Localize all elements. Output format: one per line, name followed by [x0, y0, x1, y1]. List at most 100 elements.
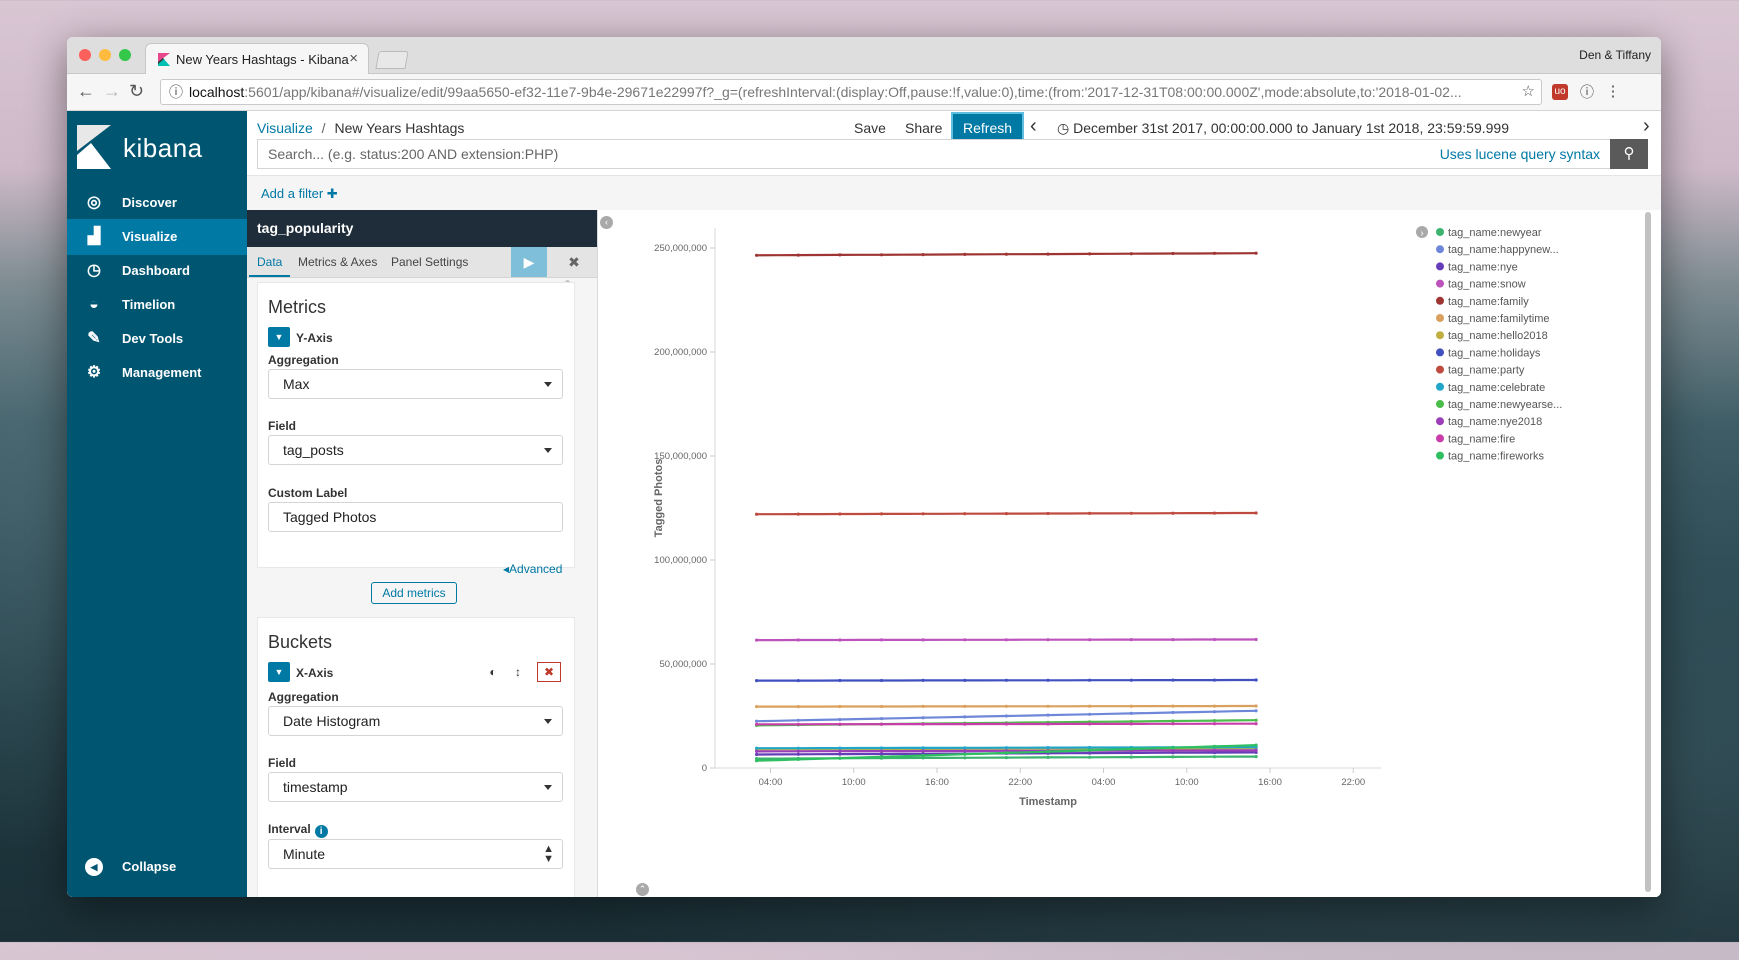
data-point: [1254, 722, 1258, 726]
maximize-window-button[interactable]: [119, 49, 131, 61]
data-point: [1046, 252, 1050, 256]
legend-item[interactable]: tag_name:fire: [1448, 433, 1515, 445]
bucket-field-select[interactable]: timestamp: [268, 772, 563, 802]
lucene-syntax-link[interactable]: Uses lucene query syntax: [1440, 146, 1600, 162]
tab-data[interactable]: Data: [248, 255, 291, 277]
toggle-agg-icon[interactable]: ◐: [483, 662, 503, 682]
legend-item[interactable]: tag_name:newyearse...: [1448, 399, 1562, 411]
time-next-icon[interactable]: ›: [1643, 115, 1650, 138]
legend-item[interactable]: tag_name:nye: [1448, 261, 1518, 273]
reorder-icon[interactable]: ↕: [508, 662, 528, 682]
minimize-window-button[interactable]: [99, 49, 111, 61]
breadcrumb-visualize-link[interactable]: Visualize: [257, 120, 313, 136]
collapse-editor-icon[interactable]: ‹: [600, 216, 613, 229]
save-button[interactable]: Save: [844, 114, 896, 142]
data-point: [1004, 704, 1008, 708]
metric-field-select[interactable]: tag_posts: [268, 435, 563, 465]
close-window-button[interactable]: [79, 49, 91, 61]
profile-name[interactable]: Den & Tiffany: [1579, 48, 1651, 62]
legend-item[interactable]: tag_name:party: [1448, 365, 1525, 377]
legend-item[interactable]: tag_name:fireworks: [1448, 451, 1544, 463]
data-point: [1212, 755, 1217, 759]
data-point: [1088, 252, 1092, 256]
data-point: [796, 638, 800, 642]
address-bar[interactable]: ⓘ localhost:5601/app/kibana#/visualize/ed…: [160, 79, 1542, 105]
sidebar-item-dashboard[interactable]: ◷ Dashboard: [67, 253, 247, 289]
tab-metrics-axes[interactable]: Metrics & Axes: [298, 255, 377, 269]
metric-aggregation-select[interactable]: Max: [268, 369, 563, 399]
tab-panel-settings[interactable]: Panel Settings: [391, 255, 468, 269]
legend-item[interactable]: tag_name:hello2018: [1448, 330, 1548, 342]
legend-item[interactable]: tag_name:holidays: [1448, 347, 1541, 359]
legend-item[interactable]: tag_name:family: [1448, 296, 1529, 308]
search-button[interactable]: ⚲: [1610, 139, 1648, 169]
data-point: [1046, 713, 1050, 717]
data-point: [1254, 748, 1258, 752]
data-point: [1129, 638, 1133, 642]
y-axis-toggle-button[interactable]: ▼: [268, 327, 290, 347]
extension-info-icon[interactable]: ⓘ: [1579, 84, 1595, 100]
advanced-toggle-link[interactable]: ◂Advanced: [503, 562, 587, 576]
x-axis-title: Timestamp: [1019, 796, 1077, 808]
add-filter-link[interactable]: Add a filter ✚: [261, 186, 338, 202]
new-tab-button[interactable]: [375, 51, 409, 69]
bookmark-star-icon[interactable]: ☆: [1522, 80, 1535, 104]
data-point: [1004, 751, 1008, 755]
back-icon[interactable]: ←: [77, 81, 95, 102]
data-point: [879, 749, 884, 753]
legend-item[interactable]: tag_name:newyear: [1448, 227, 1542, 239]
x-axis-toggle-button[interactable]: ▼: [268, 662, 290, 682]
browser-menu-icon[interactable]: ⋮: [1605, 84, 1621, 100]
data-point: [1254, 511, 1258, 515]
kibana-logo[interactable]: kibana: [77, 125, 237, 169]
time-picker[interactable]: ◷ December 31st 2017, 00:00:00.000 to Ja…: [1057, 120, 1509, 137]
legend-swatch: [1436, 417, 1444, 426]
legend-item[interactable]: tag_name:nye2018: [1448, 416, 1542, 428]
sidebar-item-timelion[interactable]: ◒ Timelion: [67, 287, 247, 323]
bucket-aggregation-select[interactable]: Date Histogram: [268, 706, 563, 736]
info-icon[interactable]: i: [314, 825, 328, 838]
data-point: [796, 679, 800, 683]
sidebar-item-dev-tools[interactable]: ✎ Dev Tools: [67, 321, 247, 357]
discard-changes-button[interactable]: ✖: [559, 247, 589, 277]
legend-item[interactable]: tag_name:celebrate: [1448, 382, 1545, 394]
ublock-extension-icon[interactable]: uo: [1552, 84, 1568, 100]
data-point: [963, 722, 967, 726]
apply-changes-button[interactable]: ▶: [511, 247, 547, 277]
site-info-icon[interactable]: ⓘ: [169, 80, 183, 104]
data-point: [796, 749, 800, 753]
data-point: [1254, 704, 1258, 708]
time-prev-icon[interactable]: ‹: [1030, 115, 1037, 138]
tab-close-icon[interactable]: ×: [349, 50, 358, 67]
legend-item[interactable]: tag_name:happynew...: [1448, 244, 1559, 256]
metric-aggregation-value: Max: [283, 376, 310, 392]
filter-bar: Add a filter ✚: [247, 175, 1661, 210]
legend-item[interactable]: tag_name:snow: [1448, 279, 1526, 291]
data-point: [1088, 748, 1092, 752]
data-point: [1129, 711, 1133, 715]
sidebar-item-management[interactable]: ⚙ Management: [67, 355, 247, 391]
remove-agg-button[interactable]: ✖: [537, 662, 561, 682]
x-tick-label: 04:00: [759, 777, 783, 788]
page-scrollbar[interactable]: [1645, 212, 1651, 892]
reload-icon[interactable]: ↻: [129, 81, 144, 102]
interval-select[interactable]: Minute ▲ ▼: [268, 839, 563, 869]
breadcrumb-separator: /: [321, 120, 326, 136]
sidebar-item-discover[interactable]: ◎ Discover: [67, 185, 247, 221]
share-button[interactable]: Share: [895, 114, 952, 142]
custom-label-input[interactable]: Tagged Photos: [268, 502, 563, 532]
search-input[interactable]: Search... (e.g. status:200 AND extension…: [257, 139, 1611, 169]
sidebar-item-visualize[interactable]: ▟ Visualize: [67, 219, 247, 255]
metric-field-value: tag_posts: [283, 442, 344, 458]
x-tick-label: 22:00: [1341, 777, 1365, 788]
collapse-chart-icon[interactable]: ⌃: [636, 883, 649, 896]
browser-tab[interactable]: New Years Hashtags - Kibana ×: [145, 43, 369, 74]
collapse-sidebar-button[interactable]: ◀ Collapse: [67, 849, 247, 885]
legend-item[interactable]: tag_name:familytime: [1448, 313, 1550, 325]
x-tick-label: 10:00: [1175, 777, 1199, 788]
add-metrics-button[interactable]: Add metrics: [371, 582, 457, 604]
data-point: [879, 512, 884, 516]
forward-icon[interactable]: →: [103, 81, 121, 102]
interval-label-text: Interval: [268, 822, 311, 836]
data-point: [1171, 704, 1175, 708]
